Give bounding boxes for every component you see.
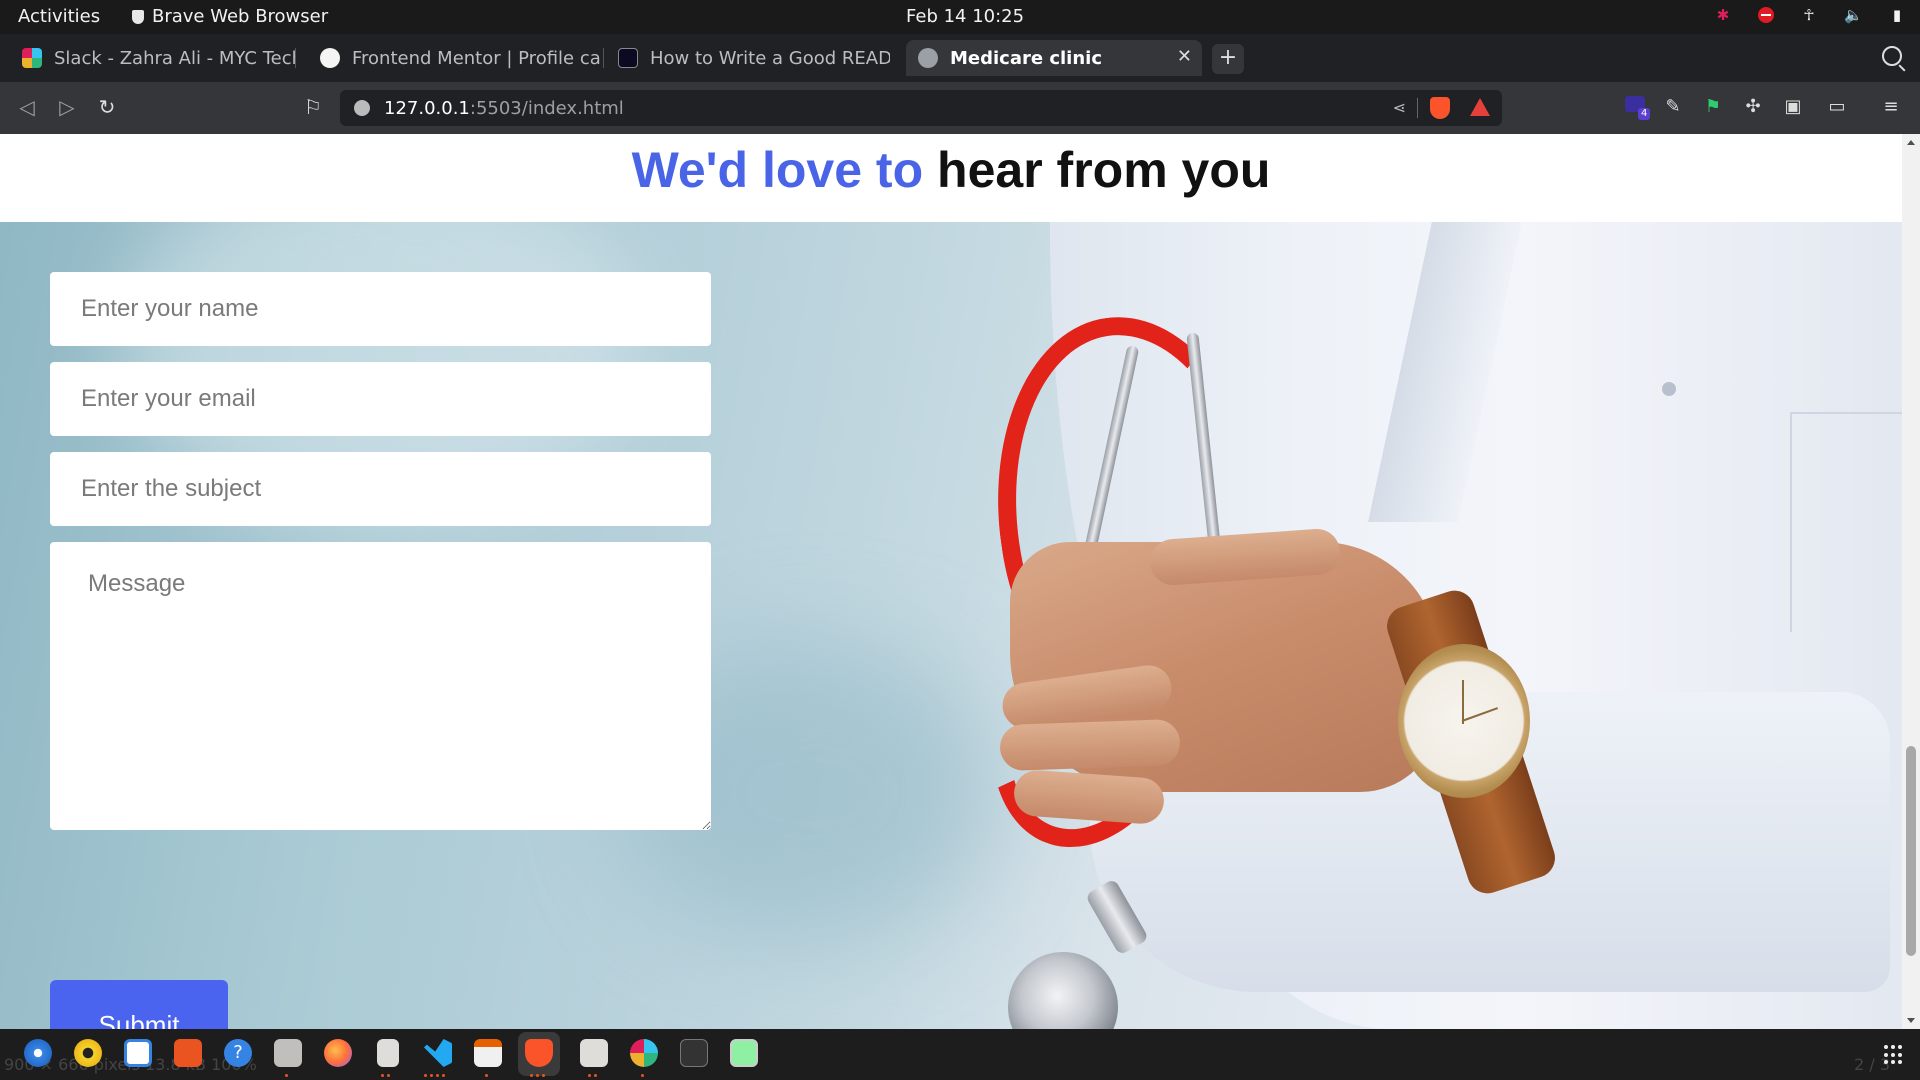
address-bar[interactable]: 127.0.0.1:5503/index.html ⋖ <box>340 90 1502 126</box>
extensions-puzzle-icon[interactable]: ✣ <box>1742 96 1764 118</box>
terminal-icon[interactable] <box>680 1039 708 1067</box>
globe-icon <box>918 48 938 68</box>
wallet-icon[interactable]: ▭ <box>1826 96 1848 118</box>
image-viewer-icon[interactable] <box>580 1039 608 1067</box>
files-icon[interactable] <box>274 1039 302 1067</box>
system-tray[interactable]: ✱ ☥ 🔈 ▮ <box>1714 6 1906 24</box>
bookmark-icon[interactable]: ⚐ <box>300 94 326 120</box>
taskbar: 900 × 666 pixels 13.8 kB 100% 2 / 3 ? <box>0 1029 1920 1080</box>
slack-icon[interactable] <box>630 1039 658 1067</box>
thunderbird-icon[interactable] <box>24 1039 52 1067</box>
back-icon[interactable]: ◁ <box>14 94 40 120</box>
subject-input[interactable] <box>50 452 711 526</box>
battery-icon[interactable]: ▮ <box>1888 6 1906 24</box>
frontend-mentor-icon <box>320 48 340 68</box>
app-menu[interactable]: Brave Web Browser <box>132 6 328 27</box>
tab-title: Medicare clinic <box>950 47 1103 69</box>
writer-icon[interactable] <box>124 1039 152 1067</box>
slack-icon <box>22 48 42 68</box>
color-picker-icon[interactable]: ✎ <box>1662 96 1684 118</box>
scroll-down-arrow-icon[interactable] <box>1907 1018 1915 1023</box>
scroll-up-arrow-icon[interactable] <box>1907 140 1915 145</box>
tab-title: How to Write a Good READM <box>650 47 890 69</box>
heading-accent: We'd love to <box>631 142 924 198</box>
tab-strip: Slack - Zahra Ali - MYC Tech A Frontend … <box>0 34 1920 82</box>
submit-button[interactable]: Submit <box>50 980 228 1029</box>
close-tab-icon[interactable]: ✕ <box>1177 46 1192 67</box>
brave-shields-icon[interactable] <box>1430 97 1450 119</box>
slack-tray-icon[interactable]: ✱ <box>1714 6 1732 24</box>
sidebar-icon[interactable]: ▣ <box>1782 96 1804 118</box>
watch-image <box>1398 644 1530 798</box>
browser-toolbar: ◁ ▷ ↻ ⚐ 127.0.0.1:5503/index.html ⋖ 4 ✎ … <box>0 82 1920 134</box>
page-scrollbar[interactable] <box>1902 134 1920 1029</box>
system-top-bar: Activities Brave Web Browser Feb 14 10:2… <box>0 0 1920 34</box>
text-editor-icon[interactable] <box>474 1039 502 1067</box>
extension-graduation-icon[interactable]: 4 <box>1624 96 1651 120</box>
help-icon[interactable]: ? <box>224 1039 252 1067</box>
do-not-disturb-icon[interactable] <box>1758 7 1774 23</box>
accessibility-icon[interactable]: ☥ <box>1800 6 1818 24</box>
tab-search-icon[interactable] <box>1882 46 1902 66</box>
name-input[interactable] <box>50 272 711 346</box>
brave-rewards-icon[interactable] <box>1470 98 1490 116</box>
software-center-icon[interactable] <box>174 1039 202 1067</box>
tab-medicare-clinic[interactable]: Medicare clinic ✕ <box>906 40 1202 76</box>
brave-icon[interactable] <box>525 1039 553 1067</box>
share-icon[interactable]: ⋖ <box>1393 98 1406 117</box>
message-textarea[interactable] <box>50 542 711 830</box>
tab-title: Slack - Zahra Ali - MYC Tech A <box>54 47 296 69</box>
brave-app-icon <box>132 9 144 24</box>
volume-icon[interactable]: 🔈 <box>1844 6 1863 24</box>
archive-manager-icon[interactable] <box>377 1039 399 1067</box>
reload-icon[interactable]: ↻ <box>94 94 120 120</box>
tab-readme[interactable]: How to Write a Good READM <box>606 40 890 76</box>
new-tab-button[interactable]: + <box>1212 44 1244 74</box>
tab-frontend-mentor[interactable]: Frontend Mentor | Profile ca <box>308 40 604 76</box>
tab-slack[interactable]: Slack - Zahra Ali - MYC Tech A <box>10 40 296 76</box>
activities-button[interactable]: Activities <box>18 6 100 27</box>
rhythmbox-icon[interactable] <box>74 1039 102 1067</box>
heading-section: We'd love to hear from you <box>0 134 1902 222</box>
vscode-icon[interactable] <box>424 1039 452 1067</box>
email-input[interactable] <box>50 362 711 436</box>
page-viewport: We'd love to hear from you Enter your na… <box>0 134 1902 1029</box>
site-info-icon[interactable] <box>354 100 370 116</box>
page-title: We'd love to hear from you <box>0 136 1902 204</box>
clock[interactable]: Feb 14 10:25 <box>906 6 1024 27</box>
forward-icon[interactable]: ▷ <box>54 94 80 120</box>
firefox-icon[interactable] <box>324 1039 352 1067</box>
url-text[interactable]: 127.0.0.1:5503/index.html <box>384 98 624 119</box>
trash-icon[interactable] <box>730 1039 758 1067</box>
app-name-label: Brave Web Browser <box>152 6 329 27</box>
heading-rest: hear from you <box>937 142 1271 198</box>
show-apps-icon[interactable] <box>1884 1045 1904 1065</box>
tab-title: Frontend Mentor | Profile ca <box>352 47 601 69</box>
freecodecamp-icon <box>618 48 638 68</box>
extension-badge: 4 <box>1638 108 1651 120</box>
scrollbar-thumb[interactable] <box>1906 746 1916 956</box>
menu-icon[interactable]: ≡ <box>1880 96 1902 118</box>
extension-green-icon[interactable]: ⚑ <box>1702 96 1724 118</box>
